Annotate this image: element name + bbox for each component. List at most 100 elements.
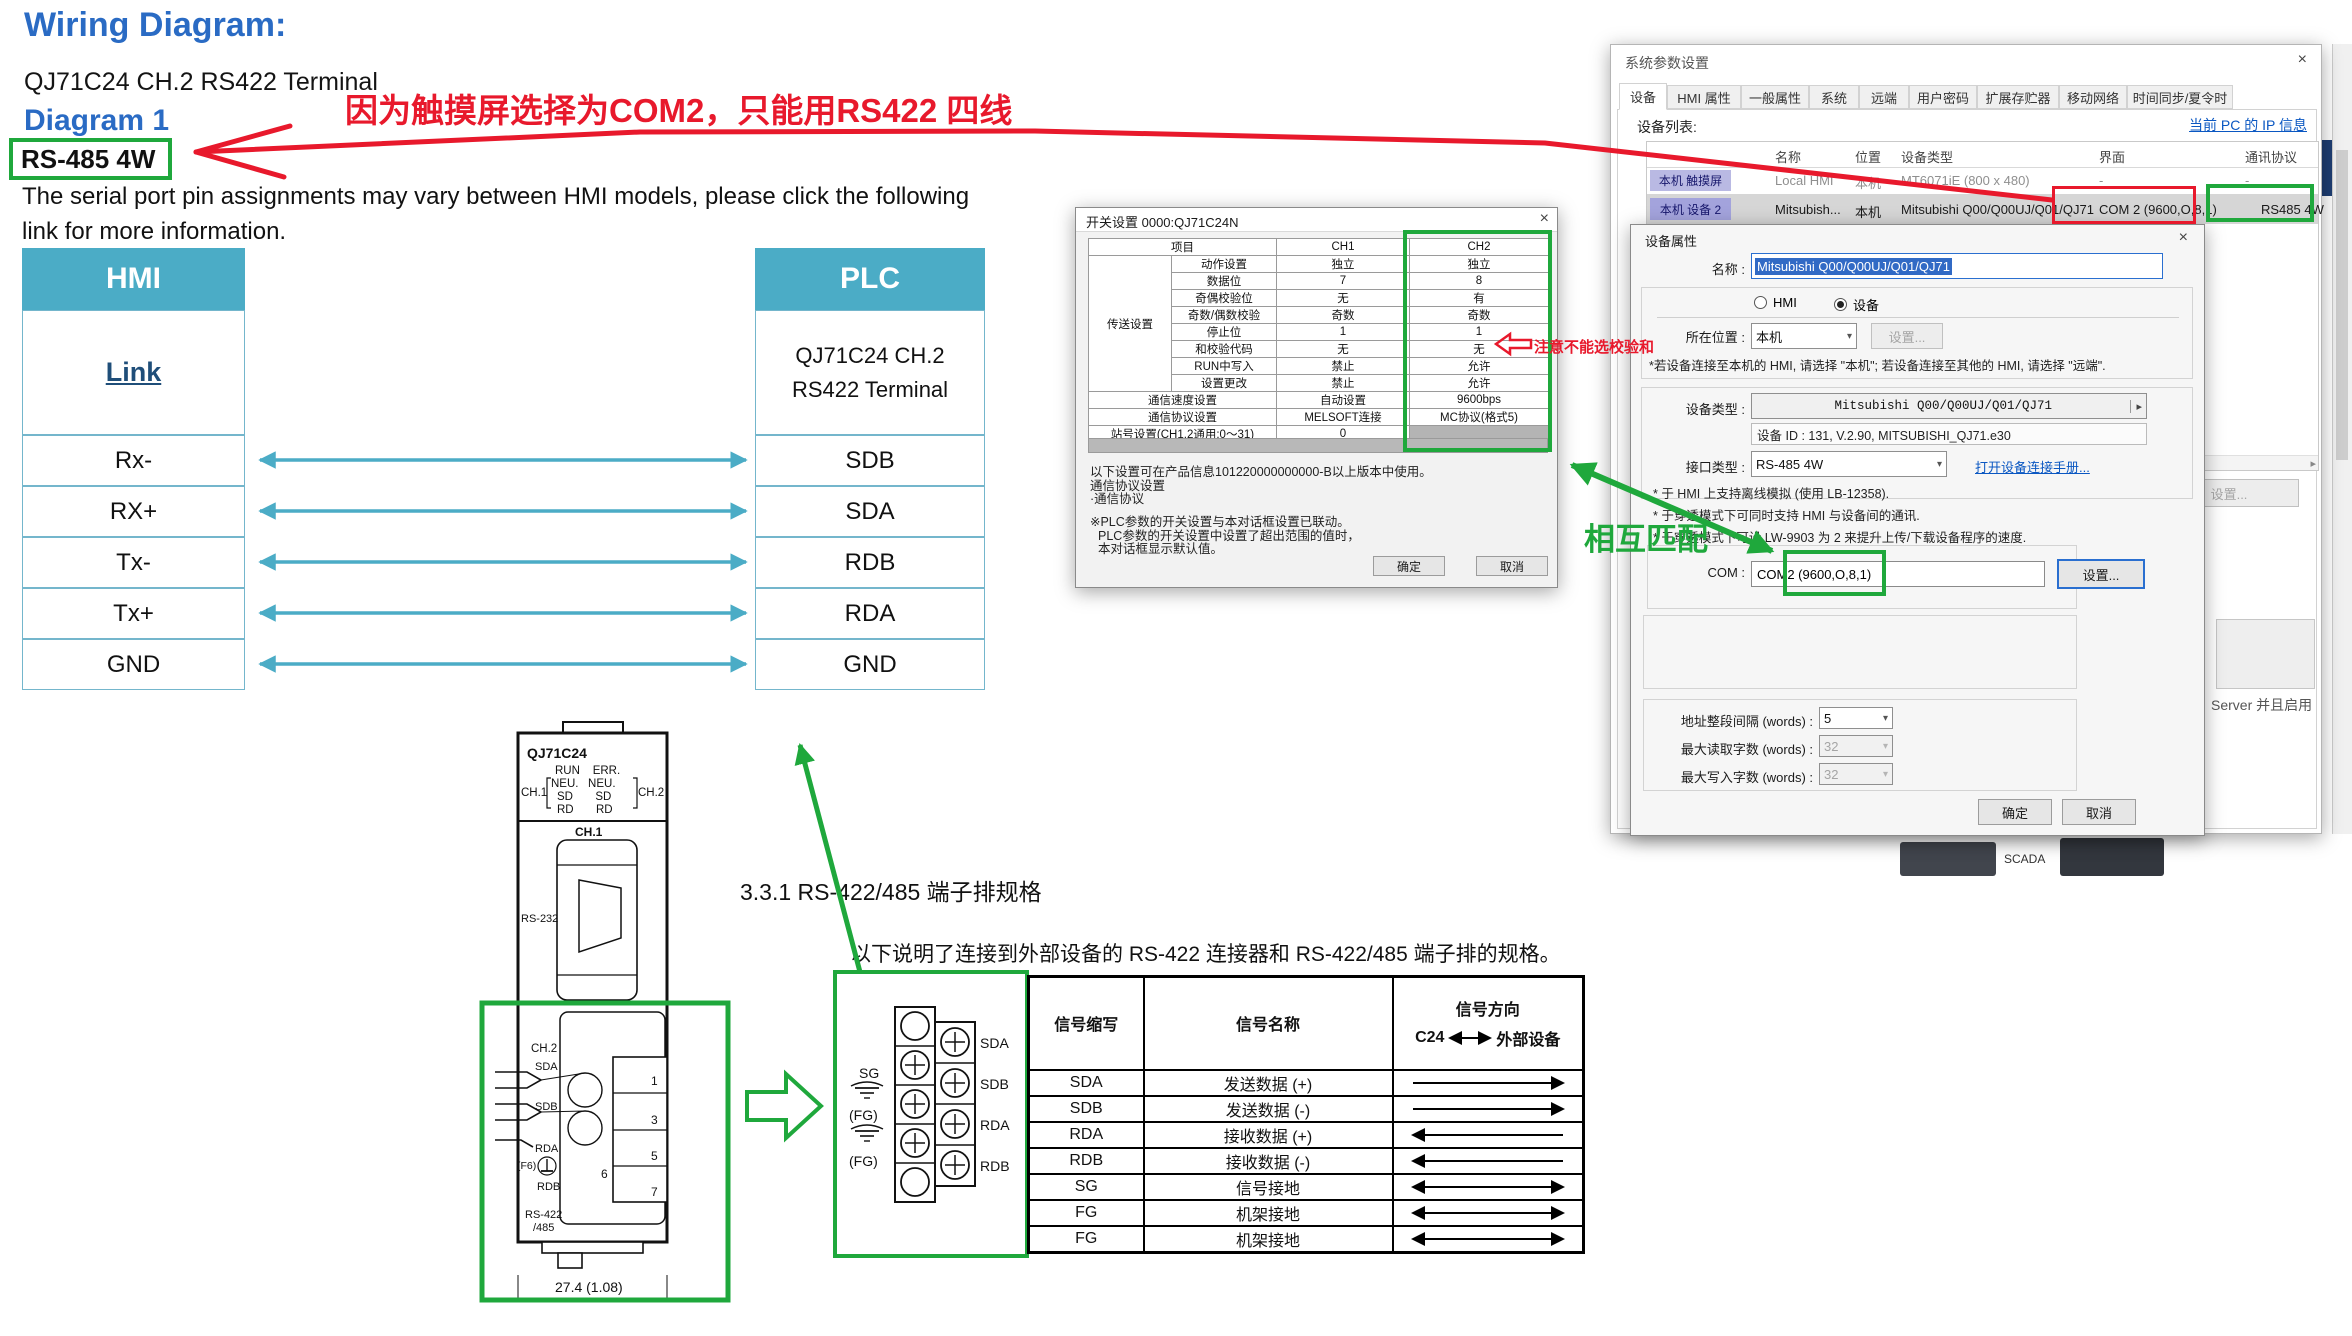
cancel-button[interactable]: 取消: [2062, 799, 2136, 825]
ch2-value[interactable]: 9600bps: [1410, 392, 1549, 409]
plc-pin: SDA: [755, 486, 985, 537]
tab-password[interactable]: 用户密码: [1909, 85, 1977, 109]
close-icon[interactable]: ×: [2298, 51, 2307, 69]
cancel-button[interactable]: 取消: [1476, 556, 1548, 576]
hmi-pin: RX+: [22, 486, 245, 537]
row2-interface: COM 2 (9600,O,8,1): [2099, 202, 2217, 217]
module-ch2-tag: CH.2: [638, 787, 664, 799]
chevron-down-icon: ▾: [1937, 459, 1942, 470]
ch2-value[interactable]: 8: [1410, 273, 1549, 290]
ch2-value[interactable]: 允许: [1410, 358, 1549, 375]
ch1-value[interactable]: 奇数: [1277, 307, 1410, 324]
module-sda-label: SDA: [535, 1061, 558, 1073]
ch1-value[interactable]: MELSOFT连接: [1277, 409, 1410, 426]
plc-desc-line2: RS422 Terminal: [792, 373, 948, 407]
radio-hmi[interactable]: HMI: [1754, 295, 1797, 310]
sig-abbr: RDB: [1029, 1148, 1144, 1174]
tab-device[interactable]: 设备: [1619, 83, 1667, 110]
ch1-value[interactable]: 7: [1277, 273, 1410, 290]
table-row[interactable]: 本机 触摸屏 Local HMI 本机 MT6071iE (800 x 480)…: [1647, 168, 2318, 194]
ch2-value[interactable]: 1: [1410, 324, 1549, 341]
pc-ip-link[interactable]: 当前 PC 的 IP 信息: [2189, 115, 2307, 135]
vertical-scrollbar[interactable]: [2332, 44, 2352, 834]
location-settings-button[interactable]: 设置...: [1871, 323, 1943, 349]
ok-button[interactable]: 确定: [1978, 799, 2052, 825]
sig-abbr: SG: [1029, 1174, 1144, 1200]
ch1-value[interactable]: 无: [1277, 341, 1410, 358]
ch1-value[interactable]: 自动设置: [1277, 392, 1410, 409]
right-arrow-icon: [1413, 1082, 1563, 1084]
ok-button[interactable]: 确定: [1373, 556, 1445, 576]
interface-type-dropdown[interactable]: RS-485 4W▾: [1751, 451, 1947, 477]
sig-abbr: RDA: [1029, 1122, 1144, 1148]
sig-name: 发送数据 (-): [1144, 1096, 1393, 1122]
module-rs422-label2: /485: [533, 1222, 554, 1234]
terminal-block-green-box: SDA SDB RDA RDB SG (FG) (FG): [833, 970, 1029, 1258]
divider: [1657, 317, 2179, 318]
scroll-right-icon[interactable]: ▸: [2310, 457, 2316, 470]
qj71c24-module-drawing: QJ71C24 RUN ERR. NEU. NEU. SD SD RD RD C…: [475, 700, 755, 1320]
col-ch2: CH2: [1410, 239, 1549, 256]
sig-abbr: FG: [1029, 1200, 1144, 1226]
tab-mobile[interactable]: 移动网络: [2059, 85, 2127, 109]
radio-device[interactable]: 设备: [1834, 295, 1879, 314]
tab-time-sync[interactable]: 时间同步/夏令时: [2127, 85, 2233, 109]
device-type-selector[interactable]: Mitsubishi Q00/Q00UJ/Q01/QJ71 ▸: [1751, 393, 2147, 419]
chevron-down-icon: ▾: [1883, 769, 1888, 780]
ch1-value[interactable]: 禁止: [1277, 375, 1410, 392]
right-arrow-icon: [1413, 1108, 1563, 1110]
max-read-label: 最大读取字数 (words) :: [1661, 739, 1813, 758]
tab-general[interactable]: 一般属性: [1741, 85, 1809, 109]
row1-interface: -: [2099, 173, 2103, 188]
setting-label: 和校验代码: [1172, 341, 1277, 358]
name-input[interactable]: Mitsubishi Q00/Q00UJ/Q01/QJ71: [1751, 253, 2163, 279]
ch2-value[interactable]: MC协议(格式5): [1410, 409, 1549, 426]
ch1-value[interactable]: 禁止: [1277, 358, 1410, 375]
close-icon[interactable]: ×: [1540, 210, 1549, 228]
ch2-value[interactable]: 独立: [1410, 256, 1549, 273]
com-settings-button[interactable]: 设置...: [2057, 559, 2145, 589]
location-dropdown[interactable]: 本机▾: [1751, 323, 1857, 349]
radio-device-label: 设备: [1853, 295, 1879, 314]
expand-right-icon[interactable]: ▸: [2130, 400, 2142, 413]
device-list-label: 设备列表:: [1637, 117, 1697, 137]
tab-remote[interactable]: 远端: [1859, 85, 1909, 109]
ch2-value[interactable]: 奇数: [1410, 307, 1549, 324]
tab-system[interactable]: 系统: [1809, 85, 1859, 109]
ch2-value[interactable]: 无: [1410, 341, 1549, 358]
terminal-block-diagram: SDA SDB RDA RDB SG (FG) (FG): [837, 974, 1025, 1254]
hmi-link[interactable]: Link: [106, 357, 162, 388]
ch2-value[interactable]: 有: [1410, 290, 1549, 307]
scrollbar-thumb[interactable]: [2336, 150, 2348, 460]
setting-label: 停止位: [1172, 324, 1277, 341]
connection-manual-link[interactable]: 打开设备连接手册...: [1975, 457, 2090, 476]
background-laptop-image: [2060, 838, 2164, 876]
ch1-value[interactable]: 1: [1277, 324, 1410, 341]
page-title: Wiring Diagram:: [24, 6, 286, 45]
prop-dialog-title: 设备属性: [1645, 231, 1697, 250]
ch1-value[interactable]: 无: [1277, 290, 1410, 307]
module-dimension: 27.4 (1.08): [555, 1279, 623, 1295]
red-annotation-text: 因为触摸屏选择为COM2，只能用RS422 四线: [345, 84, 1012, 132]
close-icon[interactable]: ×: [2179, 229, 2188, 247]
interval-dropdown[interactable]: 5▾: [1819, 707, 1893, 729]
location-value: 本机: [1756, 327, 1782, 346]
tab-hmi-props[interactable]: HMI 属性: [1667, 85, 1741, 109]
tab-ext-memory[interactable]: 扩展存贮器: [1977, 85, 2059, 109]
setting-label: 奇偶校验位: [1172, 290, 1277, 307]
checksum-annotation-text: 注意不能选校验和: [1534, 336, 1654, 357]
module-ch1-port: CH.1: [575, 825, 603, 839]
table-row[interactable]: 本机 设备 2 Mitsubish... 本机 Mitsubishi Q00/Q…: [1647, 194, 2318, 224]
module-rdb-label: RDB: [537, 1181, 560, 1193]
wiring-plc-header: PLC: [755, 248, 985, 310]
switch-setting-table: 项目 CH1 CH2 传送设置 动作设置独立独立 数据位78 奇偶校验位无有 奇…: [1088, 238, 1549, 443]
ch1-value[interactable]: 独立: [1277, 256, 1410, 273]
plc-desc-line1: QJ71C24 CH.2: [792, 339, 948, 373]
col-interface: 界面: [2099, 147, 2125, 166]
radio-circle-icon: [1754, 296, 1767, 309]
sig-name: 发送数据 (+): [1144, 1070, 1393, 1096]
ch2-value[interactable]: 允许: [1410, 375, 1549, 392]
row2-type: Mitsubishi Q00/Q00UJ/Q01/QJ71: [1901, 202, 2095, 217]
switch-note6: 本对话框显示默认值。: [1098, 538, 1223, 557]
wiring-arrows: [260, 460, 746, 664]
